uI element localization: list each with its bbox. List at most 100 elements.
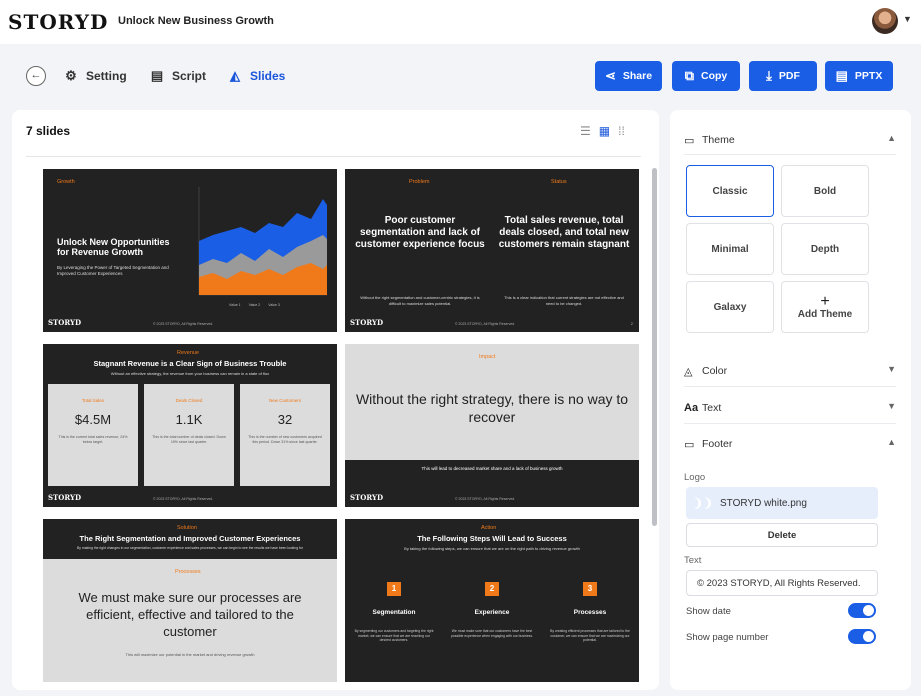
step-text: We must make sure that our customers hav… xyxy=(451,629,533,638)
pdf-button[interactable]: ⤓ PDF xyxy=(749,61,817,91)
back-button[interactable]: ← xyxy=(26,66,46,86)
theme-section-header[interactable]: ▭ Theme ▲ xyxy=(684,129,896,151)
grid-view-icon[interactable]: ▦ xyxy=(599,124,610,138)
slide-subtitle: By Leveraging the Power of Targeted Segm… xyxy=(57,265,169,276)
copy-label: Copy xyxy=(701,70,728,82)
chevron-up-icon[interactable]: ▲ xyxy=(887,133,896,143)
stat-card-label: Total Sales xyxy=(81,398,104,403)
tab-setting[interactable]: ⚙ Setting xyxy=(64,66,127,86)
footer-section-header[interactable]: ▭ Footer ▲ xyxy=(684,433,896,455)
add-theme-button[interactable]: + Add Theme xyxy=(781,281,869,333)
small-grid-view-icon[interactable]: ⁞⁞ xyxy=(618,124,625,138)
slide-label: Growth xyxy=(57,179,75,185)
slide-left-text: Without the right segmentation and custo… xyxy=(360,295,480,306)
logo-thumbnail-icon: ❩❩ xyxy=(692,496,714,510)
add-theme-label: Add Theme xyxy=(797,308,853,320)
slide-label: Impact xyxy=(479,354,496,360)
stat-card-value: $4.5M xyxy=(74,412,112,427)
settings-sidebar: ▭ Theme ▲ Classic Bold Minimal Depth Gal… xyxy=(670,110,911,690)
stat-card: Total Sales $4.5M This is the current to… xyxy=(48,384,138,486)
tab-script-label: Script xyxy=(172,69,207,83)
file-icon: ▤ xyxy=(835,68,848,83)
stat-card-text: This is the total number of deals closed… xyxy=(152,435,226,444)
slide-label: Problem xyxy=(409,179,430,185)
slide-count: 7 slides xyxy=(26,124,71,138)
slide-title: The Right Segmentation and Improved Cust… xyxy=(79,534,301,543)
chevron-down-icon[interactable]: ▼ xyxy=(903,14,912,24)
list-view-icon[interactable]: ☰ xyxy=(580,124,591,138)
slide-body: We must make sure our processes are effi… xyxy=(78,590,302,639)
slide-thumbnail-4[interactable]: Impact Without the right strategy, there… xyxy=(345,344,639,507)
chart-legend: Value 1 Value 2 Value 3 xyxy=(229,303,280,307)
step-text: By creating efficient processes that are… xyxy=(550,629,630,643)
slide-thumbnail-1[interactable]: Growth Unlock New Opportunities for Reve… xyxy=(43,169,337,332)
step-name: Processes xyxy=(573,609,607,616)
copy-icon: ⧉ xyxy=(684,68,695,83)
slide-label: Action xyxy=(481,525,497,531)
slide-title: Unlock New Opportunities for Revenue Gro… xyxy=(57,237,170,257)
slide-footer-copy: © 2023 STORYD, All Rights Reserved. xyxy=(455,322,516,326)
delete-logo-button[interactable]: Delete xyxy=(686,523,878,547)
monitor-icon: ▭ xyxy=(684,438,695,451)
theme-option-galaxy[interactable]: Galaxy xyxy=(686,281,774,333)
chevron-down-icon[interactable]: ▼ xyxy=(887,401,896,411)
paint-bucket-icon: ◬ xyxy=(684,365,693,378)
show-page-number-toggle[interactable] xyxy=(848,629,876,644)
legend-item: Value 1 xyxy=(229,303,241,307)
footer-section-label: Footer xyxy=(702,438,733,450)
color-section-header[interactable]: ◬ Color ▼ xyxy=(684,360,896,382)
page-title: Unlock New Business Growth xyxy=(118,15,274,27)
avatar[interactable] xyxy=(872,8,898,34)
copy-button[interactable]: ⧉ Copy xyxy=(672,61,740,91)
step-number: 3 xyxy=(583,582,597,596)
slide-header-band: Solution The Right Segmentation and Impr… xyxy=(43,519,337,559)
slide-thumbnail-5[interactable]: Solution The Right Segmentation and Impr… xyxy=(43,519,337,682)
brand-logo[interactable]: STORYD xyxy=(8,10,108,34)
slide-footer-logo: STORYD xyxy=(350,318,384,327)
share-button[interactable]: ⋖ Share xyxy=(595,61,662,91)
step-number: 1 xyxy=(387,582,401,596)
theme-option-label: Minimal xyxy=(711,243,749,255)
theme-option-label: Galaxy xyxy=(713,301,747,313)
divider xyxy=(684,423,896,424)
view-toggles: ☰ ▦ ⁞⁞ xyxy=(580,124,625,138)
slide-footer-logo: STORYD xyxy=(48,318,82,327)
slide-right-title: Total sales revenue, total deals closed,… xyxy=(498,215,630,250)
chevron-up-icon[interactable]: ▲ xyxy=(887,437,896,447)
theme-option-depth[interactable]: Depth xyxy=(781,223,869,275)
scrollbar[interactable] xyxy=(652,168,657,526)
logo-file[interactable]: ❩❩ STORYD white.png xyxy=(686,487,878,519)
download-icon: ⤓ xyxy=(766,68,772,83)
tab-slides[interactable]: ◭ Slides xyxy=(228,66,285,86)
stat-card-text: This is the current total sales revenue,… xyxy=(58,435,128,444)
slide-thumbnail-2[interactable]: Problem Status Poor customer segmentatio… xyxy=(345,169,639,332)
logo-file-name: STORYD white.png xyxy=(720,497,807,509)
theme-option-classic[interactable]: Classic xyxy=(686,165,774,217)
text-section-header[interactable]: Aa Text ▼ xyxy=(684,397,896,419)
stat-card-text: This is the number of new customers acqu… xyxy=(248,435,322,444)
share-icon: ⋖ xyxy=(604,68,616,83)
slide-footer-logo: STORYD xyxy=(350,493,384,502)
slides-panel: 7 slides ☰ ▦ ⁞⁞ Growth Unlock New Opport… xyxy=(12,110,659,690)
tab-script[interactable]: ▤ Script xyxy=(150,66,206,86)
slide-thumbnail-3[interactable]: Revenue Stagnant Revenue is a Clear Sign… xyxy=(43,344,337,507)
share-label: Share xyxy=(622,70,653,82)
shapes-icon: ◭ xyxy=(230,68,240,83)
slide-thumbnail-6[interactable]: Action The Following Steps Will Lead to … xyxy=(345,519,639,682)
text-format-icon: Aa xyxy=(684,402,699,414)
divider xyxy=(26,156,641,157)
chevron-down-icon[interactable]: ▼ xyxy=(887,364,896,374)
footer-text-input[interactable]: © 2023 STORYD, All Rights Reserved. xyxy=(686,570,878,596)
show-page-number-label: Show page number xyxy=(686,632,769,643)
theme-option-bold[interactable]: Bold xyxy=(781,165,869,217)
slide-subtitle: Without an effective strategy, the reven… xyxy=(110,371,270,376)
legend-item: Value 3 xyxy=(268,303,280,307)
stat-card: Deals Closed 1.1K This is the total numb… xyxy=(144,384,234,486)
theme-option-minimal[interactable]: Minimal xyxy=(686,223,774,275)
slide-label: Solution xyxy=(177,525,197,531)
show-date-toggle[interactable] xyxy=(848,603,876,618)
pptx-button[interactable]: ▤ PPTX xyxy=(825,61,893,91)
divider xyxy=(684,386,896,387)
pdf-label: PDF xyxy=(778,70,800,82)
slide-footer-logo: STORYD xyxy=(48,493,82,502)
